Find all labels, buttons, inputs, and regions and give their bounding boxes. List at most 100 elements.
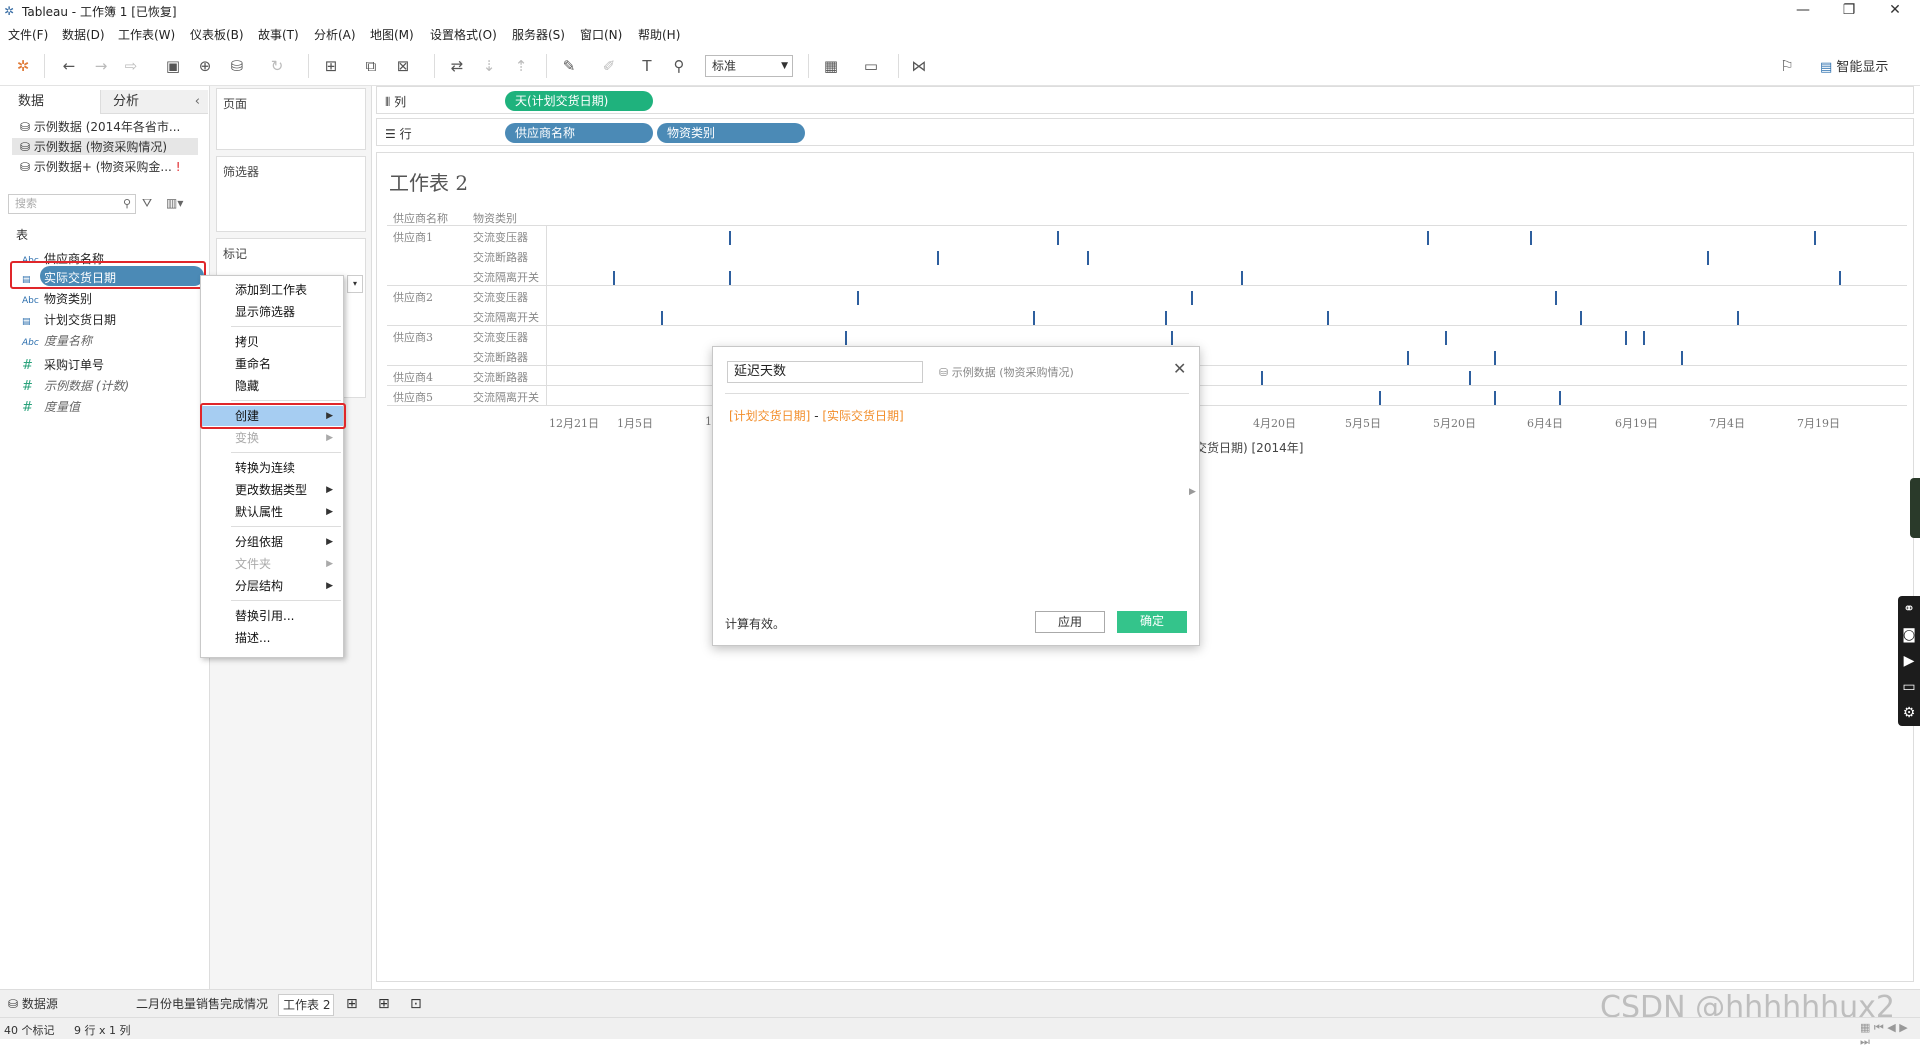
fit-select[interactable]: 标准 ▼	[705, 55, 793, 77]
highlight-icon[interactable]: ✎	[558, 56, 580, 76]
gantt-mark[interactable]	[613, 271, 615, 285]
gantt-mark[interactable]	[1494, 391, 1496, 405]
gantt-mark[interactable]	[1445, 331, 1447, 345]
view-toggle-icon[interactable]: ▦ ⏮ ◀ ▶ ⏭	[1860, 1021, 1920, 1049]
duplicate-sheet-icon[interactable]: ⧉	[360, 56, 382, 76]
field-order-no[interactable]: # 采购订单号	[22, 356, 104, 373]
menu-data[interactable]: 数据(D)	[62, 26, 105, 43]
calc-name-input[interactable]: 延迟天数	[727, 361, 923, 383]
menu-item-change-type[interactable]: 更改数据类型 ▶	[201, 480, 343, 500]
menu-item-default-props[interactable]: 默认属性 ▶	[201, 502, 343, 522]
new-datasource-icon[interactable]: ⊕	[194, 56, 216, 76]
field-measure-values[interactable]: # 度量值	[22, 398, 80, 415]
gantt-mark[interactable]	[845, 331, 847, 345]
gantt-mark[interactable]	[1737, 311, 1739, 325]
gantt-mark[interactable]	[1191, 291, 1193, 305]
menu-item-show-filter[interactable]: 显示筛选器	[201, 302, 343, 322]
pause-update-icon[interactable]: ⛁	[226, 56, 248, 76]
menu-map[interactable]: 地图(M)	[370, 26, 414, 43]
datasource-item-selected[interactable]: ⛁ 示例数据 (物资采购情况)	[12, 138, 198, 155]
mark-type-dropdown[interactable]: ▾	[347, 275, 363, 293]
gantt-mark[interactable]	[1261, 371, 1263, 385]
filters-card[interactable]: 筛选器	[216, 156, 366, 232]
gantt-mark[interactable]	[1087, 251, 1089, 265]
field-category[interactable]: Abc 物资类别	[22, 290, 92, 307]
video-icon[interactable]: ▶	[1898, 648, 1920, 674]
rows-shelf[interactable]: ☰ 行 供应商名称 物资类别	[376, 118, 1914, 146]
gantt-mark[interactable]	[1057, 231, 1059, 245]
tab-datasource[interactable]: ⛁ 数据源	[8, 994, 128, 1016]
presentation-icon[interactable]: ▭	[860, 56, 882, 76]
gantt-mark[interactable]	[1681, 351, 1683, 365]
menu-item-transform[interactable]: 变换 ▶	[201, 428, 343, 448]
sort-asc-icon[interactable]: ⇣	[478, 56, 500, 76]
gantt-mark[interactable]	[729, 231, 731, 245]
collapse-icon[interactable]: ‹	[195, 90, 200, 114]
new-dashboard-icon[interactable]: ⊞	[378, 994, 390, 1016]
group-icon[interactable]: ✐	[598, 56, 620, 76]
menu-server[interactable]: 服务器(S)	[512, 26, 565, 43]
smart-show-button[interactable]: ▤ 智能显示	[1820, 56, 1888, 75]
close-window-button[interactable]: ✕	[1872, 0, 1918, 22]
view-options-icon[interactable]: ▥▾	[166, 196, 183, 210]
side-handle[interactable]	[1910, 478, 1920, 538]
gantt-mark[interactable]	[1494, 351, 1496, 365]
menu-window[interactable]: 窗口(N)	[580, 26, 622, 43]
menu-item-rename[interactable]: 重命名	[201, 354, 343, 374]
gantt-mark[interactable]	[857, 291, 859, 305]
gear-icon[interactable]: ⚙	[1898, 700, 1920, 726]
menu-item-group-by[interactable]: 分组依据 ▶	[201, 532, 343, 552]
pill-planned-date-day[interactable]: 天(计划交货日期)	[505, 91, 653, 111]
datasource-item[interactable]: ⛁ 示例数据 (2014年各省市...	[20, 118, 180, 135]
field-measure-names[interactable]: Abc 度量名称	[22, 332, 92, 349]
menu-help[interactable]: 帮助(H)	[638, 26, 680, 43]
gantt-mark[interactable]	[937, 251, 939, 265]
close-icon[interactable]: ✕	[1173, 359, 1186, 378]
gantt-mark[interactable]	[1165, 311, 1167, 325]
gantt-mark[interactable]	[1469, 371, 1471, 385]
gantt-mark[interactable]	[1707, 251, 1709, 265]
tab-analysis[interactable]: 分析 ‹	[100, 90, 208, 114]
menu-item-hide[interactable]: 隐藏	[201, 376, 343, 396]
ok-button[interactable]: 确定	[1117, 611, 1187, 633]
gantt-mark[interactable]	[1530, 231, 1532, 245]
swap-rows-cols-icon[interactable]: ⇄	[446, 56, 468, 76]
columns-shelf[interactable]: ⦀ 列 天(计划交货日期)	[376, 86, 1914, 114]
menu-item-folder[interactable]: 文件夹 ▶	[201, 554, 343, 574]
gantt-mark[interactable]	[1643, 331, 1645, 345]
gantt-mark[interactable]	[1839, 271, 1841, 285]
sort-desc-icon[interactable]: ⇡	[510, 56, 532, 76]
gantt-mark[interactable]	[1625, 331, 1627, 345]
menu-worksheet[interactable]: 工作表(W)	[118, 26, 175, 43]
new-worksheet-icon[interactable]: ⊞	[320, 56, 342, 76]
menu-format[interactable]: 设置格式(O)	[430, 26, 497, 43]
field-planned-date[interactable]: ▤ 计划交货日期	[22, 311, 116, 328]
window-icon[interactable]: ▭	[1898, 674, 1920, 700]
gantt-mark[interactable]	[1241, 271, 1243, 285]
new-story-icon[interactable]: ⊡	[410, 994, 422, 1016]
pin-filter-icon[interactable]: ⚐	[1776, 56, 1798, 76]
gantt-mark[interactable]	[1171, 331, 1173, 345]
replay-icon[interactable]: ⇨	[120, 56, 142, 76]
show-cards-icon[interactable]: ▦	[820, 56, 842, 76]
new-sheet-icon[interactable]: ⊞	[346, 994, 358, 1016]
menu-item-to-continuous[interactable]: 转换为连续	[201, 458, 343, 478]
field-count[interactable]: # 示例数据 (计数)	[22, 377, 129, 394]
tab-sheet-1[interactable]: 二月份电量销售完成情况	[132, 994, 272, 1016]
undo-icon[interactable]: ←	[58, 56, 80, 76]
menu-item-copy[interactable]: 拷贝	[201, 332, 343, 352]
expand-arrow-icon[interactable]: ▶	[1189, 487, 1196, 497]
gantt-mark[interactable]	[1379, 391, 1381, 405]
tab-sheet-2[interactable]: 工作表 2	[278, 994, 334, 1016]
menu-item-replace-refs[interactable]: 替换引用...	[201, 606, 343, 626]
redo-icon[interactable]: →	[90, 56, 112, 76]
datasource-item[interactable]: ⛁ 示例数据+ (物资采购金... !	[20, 158, 181, 175]
apply-button[interactable]: 应用	[1035, 611, 1105, 633]
gantt-mark[interactable]	[1580, 311, 1582, 325]
pin-icon[interactable]: ⚲	[668, 56, 690, 76]
camera-icon[interactable]: ◙	[1898, 622, 1920, 648]
restore-button[interactable]: ❐	[1826, 0, 1872, 22]
gantt-mark[interactable]	[1327, 311, 1329, 325]
gantt-mark[interactable]	[1033, 311, 1035, 325]
gantt-mark[interactable]	[1559, 391, 1561, 405]
